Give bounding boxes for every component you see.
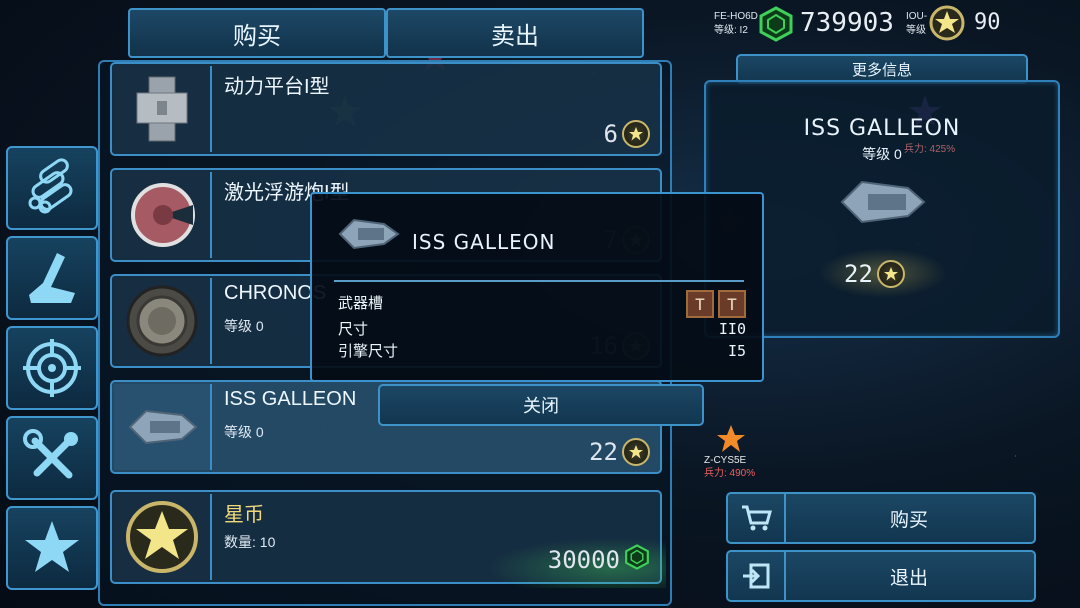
nav-materials[interactable] (6, 146, 98, 230)
nav-hulls[interactable] (6, 236, 98, 320)
tab-buy[interactable]: 购买 (128, 8, 386, 58)
power-platform-icon (114, 66, 212, 152)
map-label-top-left: FE-HO6D 等级: I2 (714, 10, 758, 38)
map-label-power: 兵力: 490% (704, 468, 756, 479)
map-label-level: 等级 (906, 25, 926, 36)
engine-size-value: I5 (727, 342, 746, 360)
tab-sell[interactable]: 卖出 (386, 8, 644, 58)
exit-icon (728, 552, 786, 600)
star-coin-icon (622, 120, 650, 148)
info-price-value: 22 (844, 260, 873, 288)
map-label-level: 等级: I2 (714, 25, 748, 36)
galleon-ship-icon (334, 212, 404, 260)
star-coin-icon (622, 438, 650, 466)
green-crystal-icon (758, 6, 794, 42)
map-label-code: FE-HO6D (714, 11, 758, 22)
item-name: 星币 (224, 504, 264, 526)
size-label: 尺寸 (338, 321, 369, 338)
orange-star-marker[interactable] (716, 424, 746, 458)
item-level: 等级 0 (224, 318, 264, 334)
laser-drone-icon (114, 172, 212, 258)
tools-icon (23, 429, 78, 479)
item-price: 6 (604, 120, 650, 148)
info-ship-name: ISS GALLEON (803, 116, 961, 141)
price-value: 6 (603, 120, 618, 148)
star-currency-amount: 90 (974, 10, 1001, 35)
cylinders-icon (28, 158, 73, 214)
map-label-top-right: IOU- 等级 (906, 10, 927, 38)
size-value: II0 (718, 320, 746, 338)
popup-title: ISS GALLEON (412, 230, 556, 254)
star-icon (25, 521, 79, 572)
price-value: 30000 (547, 546, 620, 574)
list-item[interactable]: 动力平台I型 6 (110, 62, 662, 156)
item-level: 等级 0 (224, 424, 264, 440)
list-item[interactable]: 星币 数量: 10 30000 (110, 490, 666, 588)
map-label-code: IOU- (906, 11, 928, 22)
item-price: 30000 (548, 544, 650, 576)
item-name: ISS GALLEON (224, 388, 357, 410)
tab-sell-label: 卖出 (491, 21, 539, 50)
close-button[interactable]: 关闭 (378, 384, 704, 426)
chronos-ship-icon (114, 278, 212, 364)
green-crystal-icon (624, 544, 650, 576)
green-currency-amount: 739903 (800, 8, 894, 38)
engine-size-label: 引擎尺寸 (338, 343, 399, 360)
price-value: 22 (589, 438, 618, 466)
weapon-slot-label: 武器槽 (338, 295, 384, 312)
star-coin-large-icon (114, 494, 212, 580)
hull-icon (29, 253, 75, 303)
info-ship-level: 等级 0 (862, 146, 902, 162)
map-label-code: Z-CYS5E (704, 455, 747, 466)
map-label-right: Z-CYS5E 兵力: 490% (704, 454, 755, 480)
nav-tools[interactable] (6, 416, 98, 500)
map-label-power: 兵力: 425% (904, 144, 956, 155)
weapon-slots: T T (686, 290, 746, 318)
item-name: 动力平台I型 (224, 76, 330, 98)
star-coin-icon (876, 260, 905, 288)
divider (334, 280, 744, 282)
nav-currency[interactable] (6, 506, 98, 590)
close-label: 关闭 (523, 396, 559, 416)
item-quantity: 数量: 10 (224, 534, 276, 550)
ship-detail-popup: ISS GALLEON 武器槽 T T 尺寸 II0 引擎尺寸 I5 (310, 192, 764, 382)
more-info-label: 更多信息 (851, 61, 912, 79)
tab-buy-label: 购买 (233, 21, 281, 50)
exit-button[interactable]: 退出 (726, 550, 1036, 602)
nav-weapons[interactable] (6, 326, 98, 410)
weapon-slot-badge: T (686, 290, 714, 318)
weapon-slot-badge: T (718, 290, 746, 318)
info-price: 22 (844, 260, 905, 288)
buy-button[interactable]: 购买 (726, 492, 1036, 544)
galleon-ship-icon (114, 384, 212, 470)
star-coin-icon (928, 4, 966, 42)
target-icon (23, 339, 81, 397)
galleon-ship-icon (832, 172, 932, 236)
item-price: 22 (589, 438, 650, 466)
exit-label: 退出 (889, 567, 928, 589)
cart-icon (728, 494, 786, 542)
buy-label: 购买 (889, 509, 928, 531)
